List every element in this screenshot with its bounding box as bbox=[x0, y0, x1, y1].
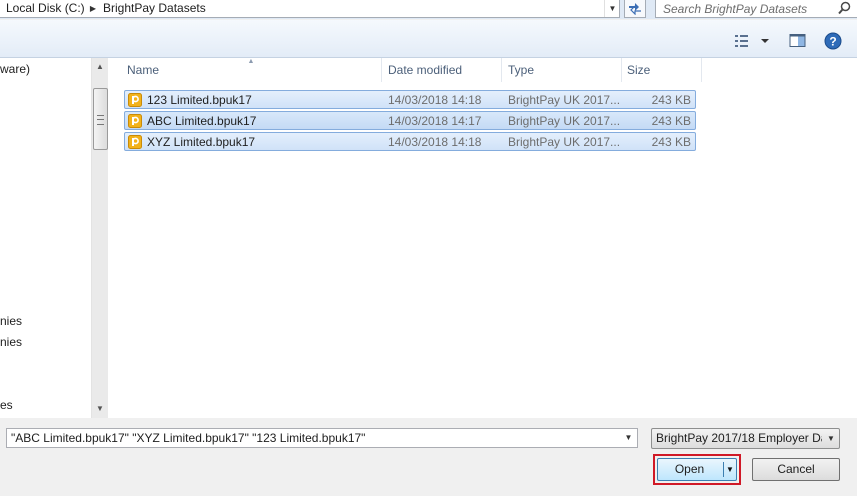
file-date-modified: 14/03/2018 14:18 bbox=[388, 93, 482, 107]
file-size: 243 KB bbox=[651, 93, 691, 107]
nav-scrollbar[interactable]: ▲ ▼ bbox=[91, 58, 108, 418]
column-header-size[interactable]: Size bbox=[627, 58, 650, 82]
file-size: 243 KB bbox=[651, 135, 691, 149]
address-bar[interactable]: Local Disk (C:) ▶ BrightPay Datasets ▼ bbox=[0, 0, 620, 18]
svg-text:?: ? bbox=[829, 35, 836, 49]
file-type-select[interactable]: BrightPay 2017/18 Employer Da ▼ bbox=[651, 428, 840, 449]
file-type: BrightPay UK 2017... bbox=[508, 93, 621, 107]
command-toolbar: ? bbox=[0, 20, 857, 58]
sort-ascending-icon: ▲ bbox=[247, 58, 255, 65]
preview-pane-button[interactable] bbox=[788, 33, 808, 49]
chevron-down-icon[interactable]: ▼ bbox=[604, 0, 620, 17]
file-name: XYZ Limited.bpuk17 bbox=[147, 135, 256, 149]
file-list: Name ▲ Date modified Type Size 123 Limit… bbox=[108, 58, 857, 418]
nav-item-partial[interactable]: nies bbox=[0, 314, 22, 329]
breadcrumb-local-disk[interactable]: Local Disk (C:) bbox=[6, 1, 85, 16]
column-header-name[interactable]: Name bbox=[127, 58, 159, 82]
column-divider[interactable] bbox=[501, 58, 502, 82]
navigation-pane: ware) nies nies es bbox=[0, 58, 91, 454]
views-icon bbox=[735, 35, 769, 47]
nav-item-partial[interactable]: ware) bbox=[0, 62, 30, 77]
help-button[interactable]: ? bbox=[824, 32, 842, 50]
open-button[interactable]: Open ▼ bbox=[657, 458, 737, 481]
help-icon: ? bbox=[824, 32, 842, 50]
brightpay-file-icon bbox=[128, 114, 142, 128]
file-row[interactable]: XYZ Limited.bpuk17 14/03/2018 14:18 Brig… bbox=[124, 132, 696, 151]
breadcrumb-brightpay-datasets[interactable]: BrightPay Datasets bbox=[103, 1, 206, 16]
search-box[interactable] bbox=[655, 0, 857, 18]
chevron-down-icon[interactable]: ▼ bbox=[724, 459, 736, 480]
column-divider[interactable] bbox=[701, 58, 702, 82]
dialog-footer: ▼ BrightPay 2017/18 Employer Da ▼ Open ▼… bbox=[0, 418, 857, 496]
change-view-button[interactable] bbox=[733, 33, 773, 49]
file-date-modified: 14/03/2018 14:17 bbox=[388, 114, 482, 128]
chevron-right-icon[interactable]: ▶ bbox=[88, 1, 98, 16]
search-input[interactable] bbox=[656, 0, 839, 17]
file-type-value: BrightPay 2017/18 Employer Da bbox=[656, 431, 822, 445]
scrollbar-thumb[interactable] bbox=[93, 88, 108, 150]
brightpay-file-icon bbox=[128, 135, 142, 149]
column-divider[interactable] bbox=[381, 58, 382, 82]
brightpay-file-icon bbox=[128, 93, 142, 107]
file-type: BrightPay UK 2017... bbox=[508, 114, 621, 128]
chevron-down-icon[interactable]: ▼ bbox=[620, 429, 637, 447]
column-header-date-modified[interactable]: Date modified bbox=[388, 58, 462, 82]
filename-field[interactable] bbox=[7, 429, 623, 447]
refresh-icon bbox=[629, 3, 641, 16]
file-date-modified: 14/03/2018 14:18 bbox=[388, 135, 482, 149]
nav-item-partial[interactable]: nies bbox=[0, 335, 22, 350]
grip-icon bbox=[97, 115, 104, 125]
search-icon[interactable] bbox=[838, 1, 851, 15]
cancel-button[interactable]: Cancel bbox=[752, 458, 840, 481]
address-bar-row: Local Disk (C:) ▶ BrightPay Datasets ▼ bbox=[0, 0, 857, 19]
file-type: BrightPay UK 2017... bbox=[508, 135, 621, 149]
file-row[interactable]: ABC Limited.bpuk17 14/03/2018 14:17 Brig… bbox=[124, 111, 696, 130]
file-row[interactable]: 123 Limited.bpuk17 14/03/2018 14:18 Brig… bbox=[124, 90, 696, 109]
file-name: 123 Limited.bpuk17 bbox=[147, 93, 252, 107]
scroll-up-arrow-icon[interactable]: ▲ bbox=[92, 60, 108, 74]
column-divider[interactable] bbox=[621, 58, 622, 82]
nav-item-partial[interactable]: es bbox=[0, 398, 13, 413]
filename-combobox[interactable]: ▼ bbox=[6, 428, 638, 448]
file-name: ABC Limited.bpuk17 bbox=[147, 114, 257, 128]
refresh-button[interactable] bbox=[624, 0, 646, 18]
column-header-type[interactable]: Type bbox=[508, 58, 534, 82]
scroll-down-arrow-icon[interactable]: ▼ bbox=[92, 402, 108, 416]
file-size: 243 KB bbox=[651, 114, 691, 128]
chevron-down-icon[interactable]: ▼ bbox=[823, 429, 839, 448]
preview-pane-icon bbox=[789, 34, 806, 47]
open-button-label: Open bbox=[674, 462, 705, 476]
